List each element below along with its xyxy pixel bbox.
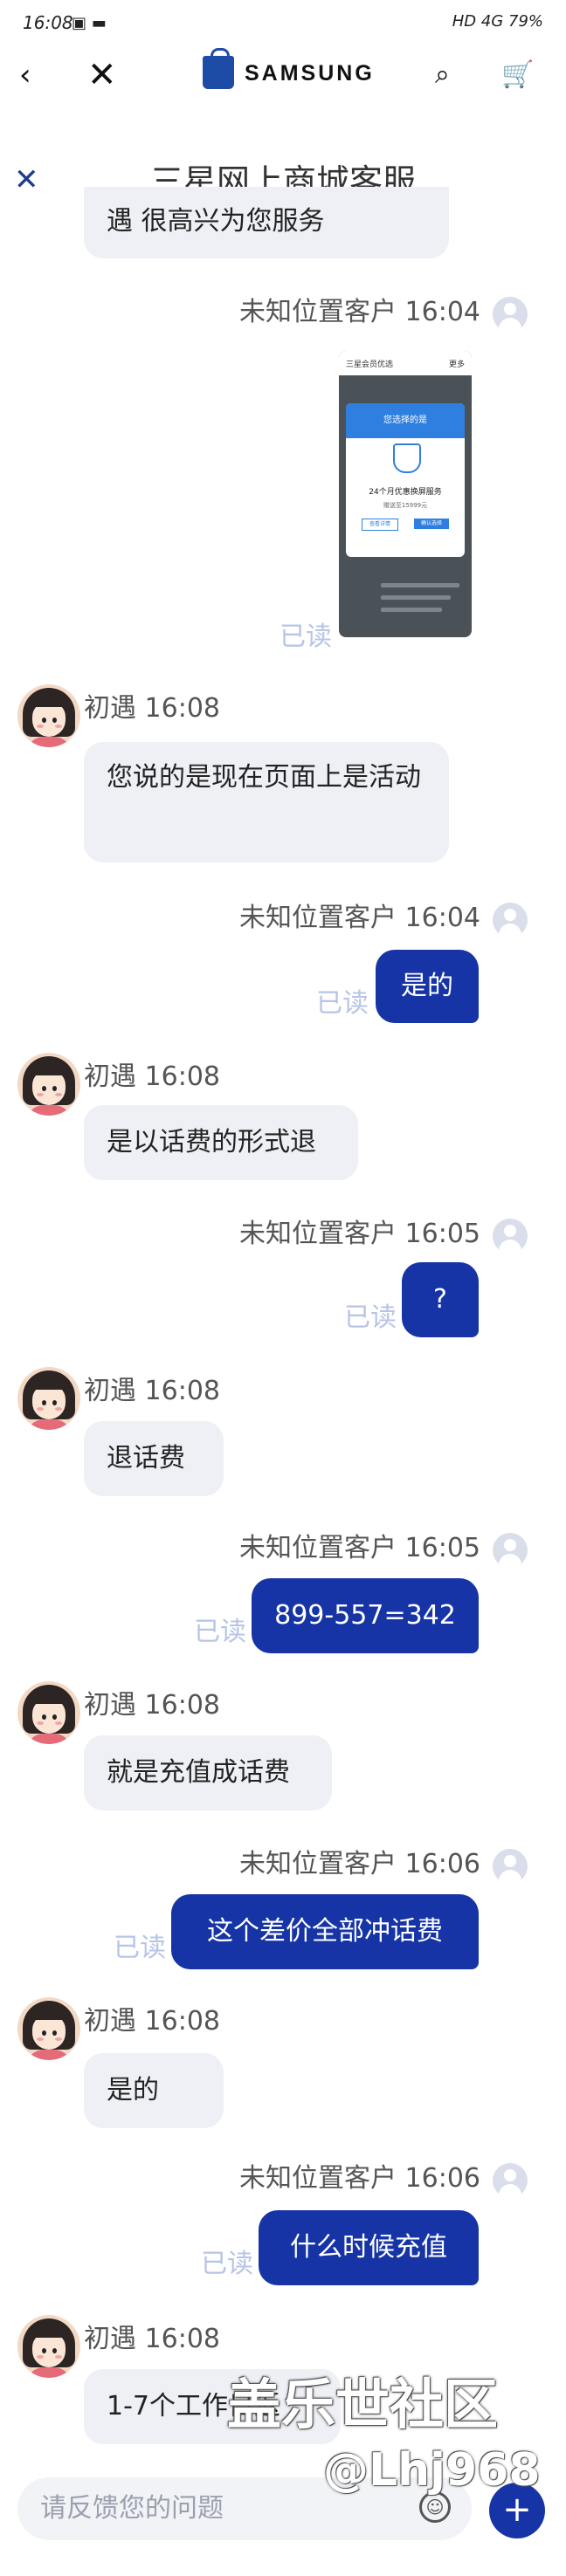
screenshot-card-head: 您选择的是 [346,403,465,438]
message-meta: 初遇 16:08 [84,2324,220,2354]
read-receipt: 已读 [280,622,332,652]
shopping-bag-icon [203,48,234,89]
message-bubble-agent: 是的 [84,2053,224,2128]
feedback-placeholder: 请反馈您的问题 [40,2493,224,2524]
status-indicators: HD 4G 79% [452,12,543,31]
agent-avatar [17,2315,80,2378]
search-icon[interactable]: ⌕ [435,58,450,93]
message-meta: 未知位置客户 16:04 [239,903,480,933]
agent-avatar [17,1053,80,1116]
screenshot-button-confirm: 确认选择 [414,519,449,529]
agent-avatar [17,1997,80,2060]
read-receipt: 已读 [114,1933,166,1963]
shield-icon [393,443,421,473]
message-bubble-agent: 是以话费的形式退 [84,1105,358,1180]
agent-avatar [17,684,80,747]
message-meta: 未知位置客户 16:06 [239,2163,480,2194]
read-receipt: 已读 [344,1302,397,1333]
message-meta: 初遇 16:08 [84,1061,220,1092]
screenshot-bar-title: 三星会员优选 [346,361,394,369]
message-bubble-user: 什么时候充值 [259,2210,479,2285]
status-time: 16:08 [23,12,73,33]
chevron-left-icon[interactable]: ‹ [19,58,31,93]
screenshot-bar-more: 更多 [448,361,465,369]
screenshot-button-details: 查看详情 [362,519,398,531]
user-avatar [493,903,528,938]
status-bar: 16:08 ▣ ▬ HD 4G 79% [0,0,566,49]
samsung-logo: SAMSUNG [203,48,377,93]
user-avatar [493,2163,528,2198]
message-bubble-agent: 您说的是现在页面上是活动 [84,742,449,862]
user-avatar [493,1849,528,1884]
read-receipt: 已读 [201,2249,253,2279]
message-meta: 初遇 16:08 [84,693,220,724]
message-meta: 初遇 16:08 [84,2006,220,2037]
message-meta: 初遇 16:08 [84,1690,220,1721]
close-icon[interactable]: ✕ [87,58,117,93]
message-meta: 未知位置客户 16:06 [239,1849,480,1879]
screenshot-card-title: 24个月优惠换屏服务 [369,488,442,497]
message-bubble-agent: 遇 很高兴为您服务 [84,187,449,258]
screenshot-attachment[interactable]: 三星会员优选 更多 您选择的是 24个月优惠换屏服务 赠送至15999元 查看详情… [339,351,472,637]
message-meta: 未知位置客户 16:04 [239,297,480,327]
screenshot-footer [346,569,465,630]
message-bubble-user: 899-557=342 [252,1578,479,1653]
message-bubble-agent: 退话费 [84,1421,224,1496]
message-meta: 初遇 16:08 [84,1376,220,1406]
user-avatar [493,1533,528,1568]
message-bubble-user: ? [402,1262,479,1337]
message-bubble-user: 是的 [376,950,479,1023]
watermark-username: @Lhj968 [323,2444,541,2497]
cart-icon[interactable]: 🛒 [501,58,534,93]
screenshot-card-sub: 赠送至15999元 [383,502,428,509]
message-meta: 未知位置客户 16:05 [239,1219,480,1249]
message-bubble-agent: 就是充值成话费 [84,1735,332,1810]
user-avatar [493,1219,528,1254]
message-bubble-user: 这个差价全部冲话费 [171,1894,479,1969]
read-receipt: 已读 [194,1617,246,1647]
brand-name: SAMSUNG [245,61,375,86]
agent-avatar [17,1367,80,1430]
message-meta: 未知位置客户 16:05 [239,1533,480,1563]
agent-avatar [17,1681,80,1744]
notification-icons: ▣ ▬ [72,14,107,32]
watermark-community: 盖乐世社区 [227,2373,499,2436]
user-avatar [493,297,528,332]
read-receipt: 已读 [316,988,369,1019]
